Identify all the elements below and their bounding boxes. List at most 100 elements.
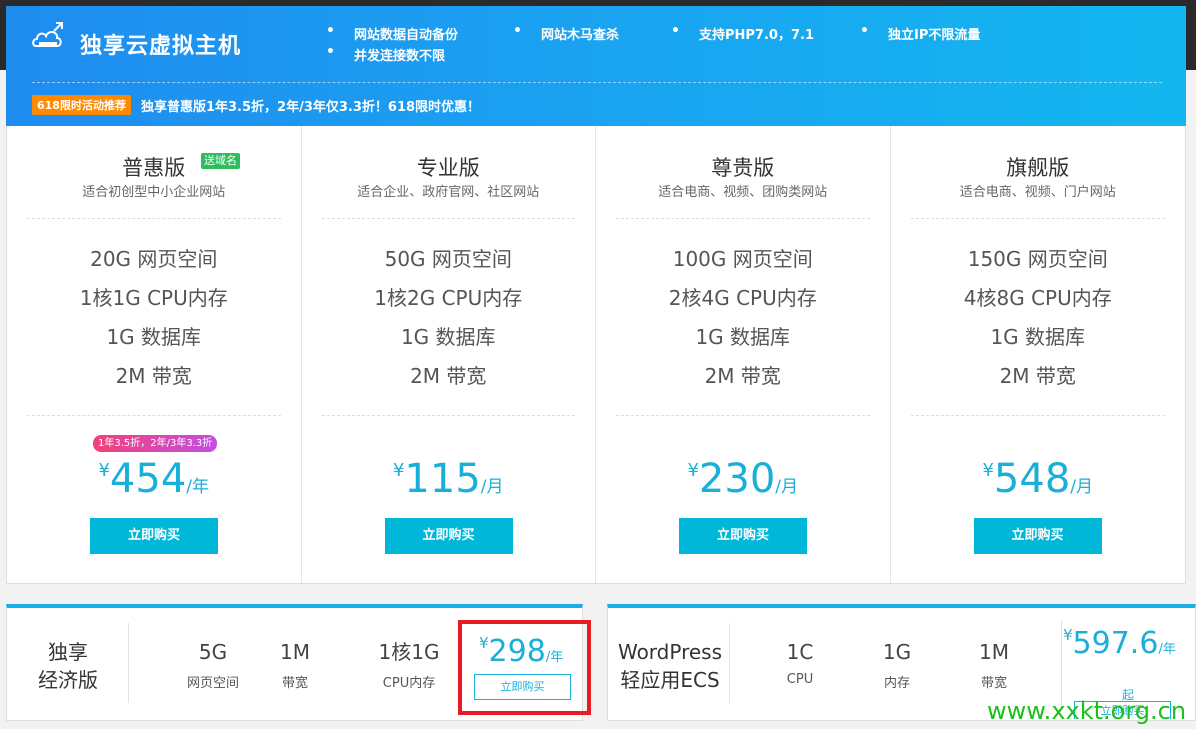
plan-name: 旗舰版 bbox=[1006, 156, 1070, 180]
plan-desc: 适合企业、政府官网、社区网站 bbox=[357, 185, 540, 200]
watermark: www.xxkt.org.cn bbox=[987, 697, 1187, 725]
feature-item: 独立IP不限流量 bbox=[860, 23, 980, 43]
spec-item: 1核1G CPU内存 bbox=[79, 286, 228, 310]
price-value: 115 bbox=[404, 456, 481, 502]
ecs-title-line2: 轻应用ECS bbox=[620, 668, 720, 692]
plan-name: 尊贵版 bbox=[711, 156, 775, 180]
spec-item: 1G 数据库 bbox=[400, 325, 496, 349]
spec-value: 1核1G bbox=[378, 640, 440, 664]
spec-item: 1G 数据库 bbox=[695, 325, 791, 349]
promo-text[interactable]: 独享普惠版1年3.5折，2年/3年仅3.3折！618限时优惠！ bbox=[141, 96, 480, 115]
price-unit: /月 bbox=[1070, 477, 1094, 497]
spec-label: CPU内存 bbox=[382, 676, 436, 691]
spec-value: 1G bbox=[882, 640, 912, 664]
highlight-box bbox=[458, 620, 591, 715]
plan-price: ¥230/月 bbox=[596, 456, 890, 502]
banner: 独享云虚拟主机 网站数据自动备份 网站木马查杀 支持PHP7.0，7.1 独立I… bbox=[6, 6, 1186, 126]
buy-now-button[interactable]: 立即购买 bbox=[679, 518, 807, 554]
spec-label: 带宽 bbox=[281, 676, 308, 691]
buy-now-button[interactable]: 立即购买 bbox=[90, 518, 218, 554]
divider bbox=[27, 218, 281, 219]
plans-panel: 普惠版 送域名 适合初创型中小企业网站 20G 网页空间 1核1G CPU内存 … bbox=[6, 126, 1186, 584]
spec-list: 150G 网页空间 4核8G CPU内存 1G 数据库 2M 带宽 bbox=[891, 244, 1186, 400]
spec-item: 1M 带宽 bbox=[964, 638, 1024, 691]
plan-name: 普惠版 bbox=[122, 156, 186, 180]
feature-item: 支持PHP7.0，7.1 bbox=[671, 23, 814, 43]
divider bbox=[616, 415, 870, 416]
divider bbox=[128, 623, 129, 703]
economy-title: 独享 经济版 bbox=[23, 638, 113, 694]
spec-list: 50G 网页空间 1核2G CPU内存 1G 数据库 2M 带宽 bbox=[302, 244, 596, 400]
spec-list: 100G 网页空间 2核4G CPU内存 1G 数据库 2M 带宽 bbox=[596, 244, 890, 400]
price-value: 454 bbox=[109, 456, 187, 502]
divider bbox=[616, 218, 870, 219]
price-value: 548 bbox=[993, 456, 1071, 502]
price-unit: /年 bbox=[1158, 642, 1176, 657]
spec-label: CPU bbox=[786, 672, 814, 687]
banner-title: 独享云虚拟主机 bbox=[80, 34, 242, 59]
promo-badge: 618限时活动推荐 bbox=[32, 95, 131, 115]
currency-symbol: ¥ bbox=[1063, 626, 1073, 644]
economy-title-line1: 独享 bbox=[48, 640, 88, 664]
ecs-price: ¥597.6/年 bbox=[1063, 626, 1176, 661]
spec-value: 1C bbox=[786, 640, 814, 664]
spec-value: 5G bbox=[198, 640, 228, 664]
spec-list: 20G 网页空间 1核1G CPU内存 1G 数据库 2M 带宽 bbox=[7, 244, 301, 400]
spec-label: 带宽 bbox=[980, 676, 1007, 691]
spec-label: 网页空间 bbox=[186, 676, 239, 691]
spec-label: 内存 bbox=[883, 676, 910, 691]
spec-item: 1G 数据库 bbox=[106, 325, 202, 349]
spec-item: 20G 网页空间 bbox=[90, 247, 218, 271]
plan-price: ¥115/月 bbox=[302, 456, 596, 502]
spec-item: 1G 数据库 bbox=[990, 325, 1086, 349]
plan-card-qijian: 旗舰版 适合电商、视频、门户网站 150G 网页空间 4核8G CPU内存 1G… bbox=[891, 126, 1186, 583]
discount-badge: 1年3.5折，2年/3年3.3折 bbox=[93, 435, 218, 452]
banner-divider bbox=[32, 82, 1162, 83]
divider bbox=[910, 218, 1165, 219]
spec-item: 2M 带宽 bbox=[410, 364, 487, 388]
ecs-title-line1: WordPress bbox=[617, 640, 723, 664]
spec-value: 1M bbox=[280, 640, 310, 664]
currency-symbol: ¥ bbox=[687, 460, 699, 481]
spec-item: 150G 网页空间 bbox=[967, 247, 1108, 271]
spec-item: 5G 网页空间 bbox=[173, 638, 253, 691]
cloud-server-logo-icon bbox=[32, 22, 63, 47]
feature-item: 网站数据自动备份 bbox=[326, 23, 458, 43]
spec-item: 1核1G CPU内存 bbox=[369, 638, 449, 691]
ecs-title: WordPress 轻应用ECS bbox=[612, 638, 728, 694]
price-unit: /月 bbox=[480, 477, 504, 497]
plan-card-puhui: 普惠版 送域名 适合初创型中小企业网站 20G 网页空间 1核1G CPU内存 … bbox=[7, 126, 302, 583]
price-unit: /年 bbox=[186, 477, 210, 497]
plan-card-zungui: 尊贵版 适合电商、视频、团购类网站 100G 网页空间 2核4G CPU内存 1… bbox=[596, 126, 891, 583]
buy-now-button[interactable]: 立即购买 bbox=[384, 518, 513, 554]
price-value: 597.6 bbox=[1072, 626, 1159, 661]
divider bbox=[321, 218, 575, 219]
buy-now-button[interactable]: 立即购买 bbox=[973, 518, 1102, 554]
economy-title-line2: 经济版 bbox=[38, 668, 98, 692]
spec-item: 2M 带宽 bbox=[704, 364, 781, 388]
spec-item: 50G 网页空间 bbox=[384, 247, 512, 271]
plan-desc: 适合初创型中小企业网站 bbox=[82, 185, 226, 200]
price-unit: /月 bbox=[775, 477, 799, 497]
spec-item: 1核2G CPU内存 bbox=[374, 286, 523, 310]
currency-symbol: ¥ bbox=[982, 460, 994, 481]
spec-item: 4核8G CPU内存 bbox=[963, 286, 1112, 310]
divider bbox=[729, 623, 730, 703]
plan-desc: 适合电商、视频、门户网站 bbox=[959, 185, 1116, 200]
spec-item: 100G 网页空间 bbox=[672, 247, 813, 271]
plan-desc: 适合电商、视频、团购类网站 bbox=[658, 185, 828, 200]
plan-card-zhuanye: 专业版 适合企业、政府官网、社区网站 50G 网页空间 1核2G CPU内存 1… bbox=[302, 126, 596, 583]
spec-item: 1M 带宽 bbox=[265, 638, 325, 691]
spec-item: 1C CPU bbox=[770, 638, 830, 687]
spec-item: 2M 带宽 bbox=[115, 364, 192, 388]
spec-item: 2M 带宽 bbox=[999, 364, 1076, 388]
plan-price: ¥548/月 bbox=[891, 456, 1186, 502]
divider bbox=[27, 415, 281, 416]
free-domain-tag: 送域名 bbox=[201, 153, 240, 169]
plan-price: ¥454/年 bbox=[7, 456, 301, 502]
promo-bar[interactable]: 618限时活动推荐 独享普惠版1年3.5折，2年/3年仅3.3折！618限时优惠… bbox=[32, 95, 480, 115]
divider bbox=[321, 415, 575, 416]
feature-item: 网站木马查杀 bbox=[513, 23, 619, 43]
price-value: 230 bbox=[698, 456, 776, 502]
plan-name: 专业版 bbox=[416, 156, 480, 180]
